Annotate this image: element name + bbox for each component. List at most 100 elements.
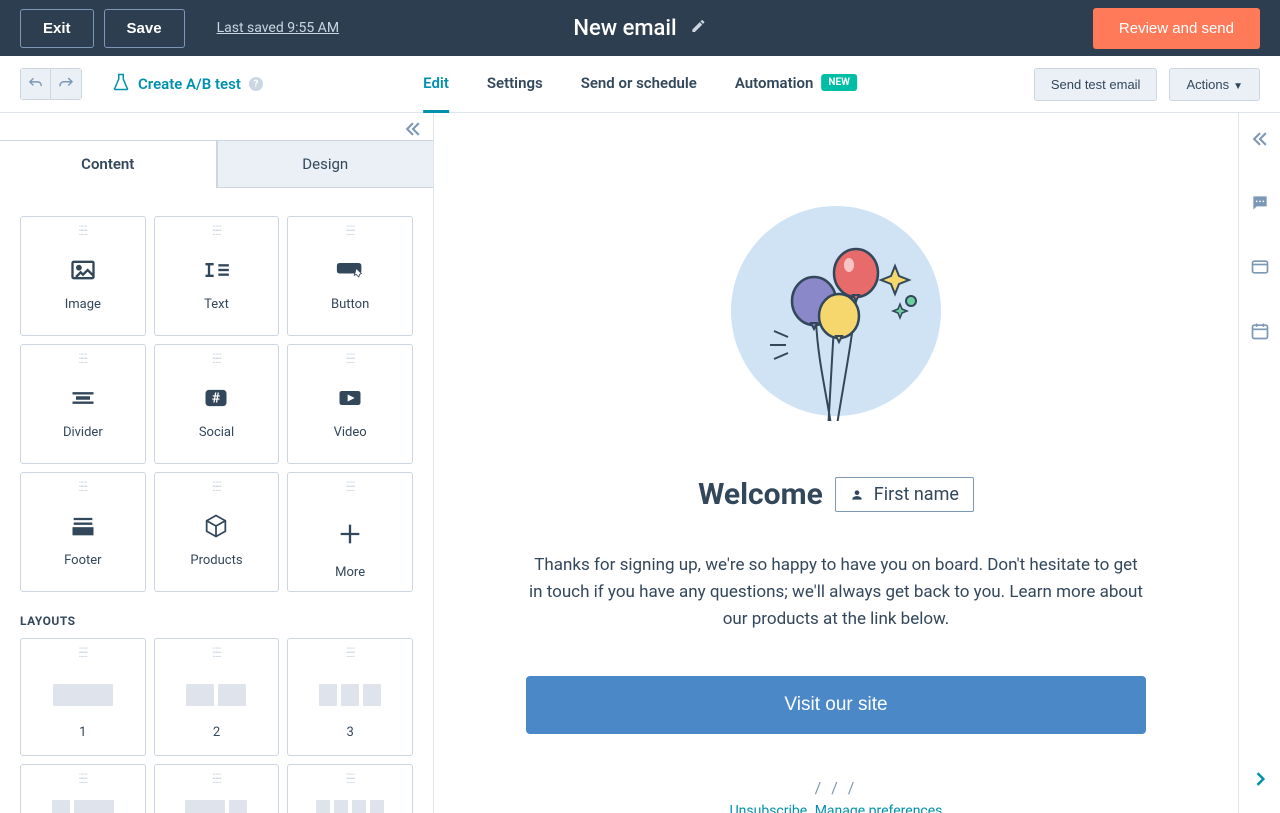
nav-right-actions: Send test email Actions▼ <box>1034 68 1260 101</box>
social-icon: # <box>202 381 230 415</box>
layout-preview-icon <box>316 798 384 813</box>
layout-card-partial[interactable]: :::::::::::: <box>20 764 146 813</box>
drag-handle-icon: :::::::::::: <box>79 775 88 784</box>
layout-3-label: 3 <box>347 725 354 740</box>
layout-card-partial[interactable]: :::::::::::: <box>154 764 280 813</box>
edit-title-icon[interactable] <box>691 18 707 38</box>
module-products[interactable]: :::::::::::: Products <box>154 472 280 592</box>
left-sidebar: Content Design :::::::::::: Image ::::::… <box>0 113 434 813</box>
layout-preview-icon <box>319 679 381 711</box>
button-icon <box>336 253 364 287</box>
module-more-label: More <box>335 565 365 580</box>
module-video[interactable]: :::::::::::: Video <box>287 344 413 464</box>
top-bar: Exit Save Last saved 9:55 AM New email R… <box>0 0 1280 56</box>
layout-2-label: 2 <box>213 725 220 740</box>
calendar-icon[interactable] <box>1250 321 1270 345</box>
drag-handle-icon: :::::::::::: <box>346 483 355 495</box>
person-icon <box>850 488 864 502</box>
nav-bar: Create A/B test ? Edit Settings Send or … <box>0 56 1280 113</box>
collapse-sidebar-icon[interactable] <box>401 119 425 143</box>
token-label: First name <box>874 484 959 505</box>
sidebar-tab-design[interactable]: Design <box>217 140 434 188</box>
document-title: New email <box>573 16 706 41</box>
modules-grid: :::::::::::: Image :::::::::::: Text :::… <box>20 216 413 592</box>
layout-card-partial[interactable]: :::::::::::: <box>287 764 413 813</box>
svg-text:#: # <box>212 391 221 407</box>
module-text[interactable]: :::::::::::: Text <box>154 216 280 336</box>
redo-icon <box>57 75 75 93</box>
tab-automation[interactable]: Automation NEW <box>735 56 857 113</box>
drag-handle-icon: :::::::::::: <box>212 355 221 367</box>
layout-3-col[interactable]: :::::::::::: 3 <box>287 638 413 756</box>
layout-2-col[interactable]: :::::::::::: 2 <box>154 638 280 756</box>
module-button[interactable]: :::::::::::: Button <box>287 216 413 336</box>
drag-handle-icon: :::::::::::: <box>346 227 355 239</box>
drag-handle-icon: :::::::::::: <box>79 355 88 367</box>
comments-icon[interactable] <box>1250 193 1270 217</box>
tab-settings[interactable]: Settings <box>487 56 543 113</box>
module-image[interactable]: :::::::::::: Image <box>20 216 146 336</box>
image-icon <box>69 253 97 287</box>
history-buttons <box>20 68 82 100</box>
expand-right-rail-icon[interactable] <box>1250 129 1270 153</box>
email-canvas[interactable]: Welcome First name Thanks for signing up… <box>434 113 1238 813</box>
save-button[interactable]: Save <box>104 9 185 48</box>
module-divider[interactable]: :::::::::::: Divider <box>20 344 146 464</box>
products-icon <box>202 509 230 543</box>
redo-button[interactable] <box>51 69 81 99</box>
tab-send-or-schedule[interactable]: Send or schedule <box>581 56 697 113</box>
layout-preview-icon <box>52 798 114 813</box>
layout-preview-icon <box>186 679 246 711</box>
module-image-label: Image <box>65 297 101 312</box>
undo-button[interactable] <box>21 69 51 99</box>
drag-handle-icon: :::::::::::: <box>346 775 355 784</box>
send-test-email-button[interactable]: Send test email <box>1034 68 1158 101</box>
welcome-heading[interactable]: Welcome <box>698 477 823 512</box>
expand-chevron-icon[interactable] <box>1250 769 1270 793</box>
drag-handle-icon: :::::::::::: <box>212 649 221 661</box>
review-and-send-button[interactable]: Review and send <box>1093 8 1260 49</box>
balloons-illustration <box>726 201 946 421</box>
module-footer[interactable]: :::::::::::: Footer <box>20 472 146 592</box>
unsubscribe-link[interactable]: Unsubscribe <box>730 803 808 813</box>
create-ab-test-link[interactable]: Create A/B test ? <box>112 73 263 95</box>
visit-site-button[interactable]: Visit our site <box>526 676 1146 734</box>
sidebar-tab-content[interactable]: Content <box>0 140 217 188</box>
layouts-grid-row-2: :::::::::::: :::::::::::: :::::::::::: <box>20 764 413 813</box>
divider-icon <box>69 381 97 415</box>
module-products-label: Products <box>190 553 242 568</box>
flask-icon <box>112 73 130 95</box>
drag-handle-icon: :::::::::::: <box>79 227 88 239</box>
plus-icon <box>336 517 364 551</box>
email-footer-links: Unsubscribe Manage preferences <box>526 803 1146 813</box>
video-icon <box>336 381 364 415</box>
undo-icon <box>27 75 44 93</box>
sidebar-tabs: Content Design <box>0 140 433 188</box>
module-more[interactable]: :::::::::::: More <box>287 472 413 592</box>
new-badge: NEW <box>821 74 856 91</box>
footer-icon <box>69 509 97 543</box>
last-saved-link[interactable]: Last saved 9:55 AM <box>217 20 339 36</box>
layout-1-label: 1 <box>79 725 86 740</box>
tab-edit[interactable]: Edit <box>423 56 449 113</box>
actions-dropdown[interactable]: Actions▼ <box>1169 68 1260 101</box>
document-title-text: New email <box>573 16 676 41</box>
exit-button[interactable]: Exit <box>20 9 94 48</box>
window-icon[interactable] <box>1250 257 1270 281</box>
welcome-heading-row: Welcome First name <box>526 477 1146 512</box>
drag-handle-icon: :::::::::::: <box>346 355 355 367</box>
actions-label: Actions <box>1186 77 1229 92</box>
module-video-label: Video <box>334 425 367 440</box>
email-body: Welcome First name Thanks for signing up… <box>486 113 1186 813</box>
manage-preferences-link[interactable]: Manage preferences <box>815 803 943 813</box>
personalization-token[interactable]: First name <box>835 477 974 512</box>
module-social[interactable]: :::::::::::: # Social <box>154 344 280 464</box>
ab-test-label: Create A/B test <box>138 75 241 93</box>
email-body-text[interactable]: Thanks for signing up, we're so happy to… <box>526 552 1146 634</box>
sidebar-content-panel: :::::::::::: Image :::::::::::: Text :::… <box>0 188 433 813</box>
module-divider-label: Divider <box>63 425 103 440</box>
tab-automation-label: Automation <box>735 74 814 92</box>
help-icon[interactable]: ? <box>249 77 263 91</box>
layout-1-col[interactable]: :::::::::::: 1 <box>20 638 146 756</box>
drag-handle-icon: :::::::::::: <box>346 649 355 661</box>
